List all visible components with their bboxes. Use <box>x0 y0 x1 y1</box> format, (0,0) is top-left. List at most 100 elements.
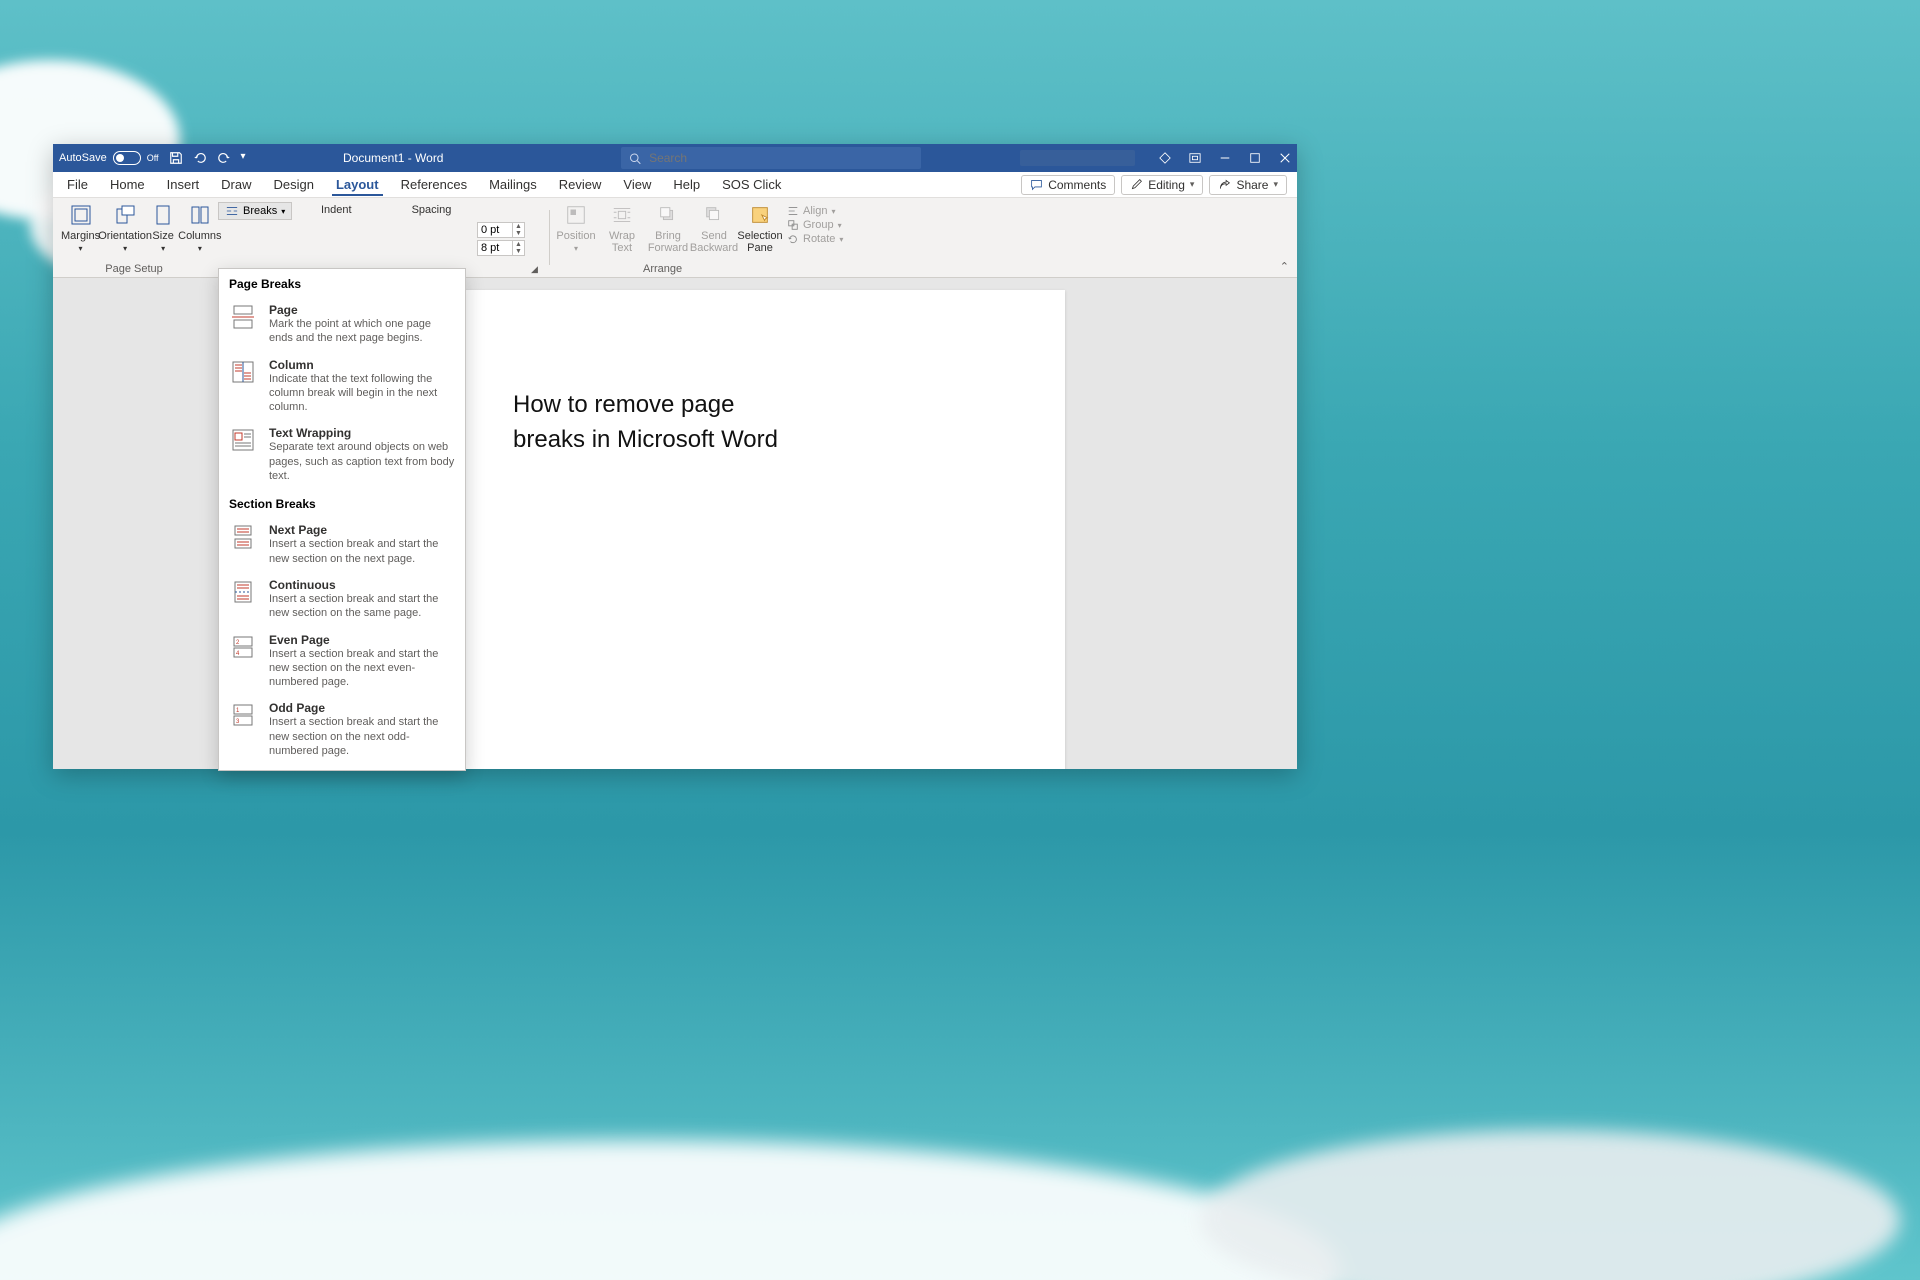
tab-view[interactable]: View <box>619 174 655 196</box>
send-backward-button: Send Backward <box>691 202 737 254</box>
group-icon <box>787 219 799 231</box>
tab-help[interactable]: Help <box>669 174 704 196</box>
document-text-line: How to remove page <box>513 391 734 418</box>
group-label: Page Setup <box>61 263 207 275</box>
wrap-icon <box>609 202 635 228</box>
bring-forward-button: Bring Forward <box>645 202 691 254</box>
size-button[interactable]: Size▾ <box>150 202 176 253</box>
align-button: Align ▾ <box>783 204 847 218</box>
margins-button[interactable]: Margins▾ <box>61 202 100 253</box>
search-box[interactable] <box>621 147 921 169</box>
breaks-dropdown: Page Breaks PageMark the point at which … <box>218 268 466 771</box>
tab-references[interactable]: References <box>397 174 471 196</box>
dropdown-section-header: Page Breaks <box>219 269 465 297</box>
arrange-group: Position▾ Wrap Text Bring Forward Send B… <box>553 202 847 254</box>
ribbon-tabs: File Home Insert Draw Design Layout Refe… <box>53 172 1297 198</box>
break-odd-page-item[interactable]: 13 Odd PageInsert a section break and st… <box>219 695 465 764</box>
comments-button[interactable]: Comments <box>1021 175 1115 195</box>
column-break-icon <box>229 358 257 386</box>
svg-text:4: 4 <box>236 651 240 657</box>
spacing-before-spinner[interactable]: ▲▼ <box>477 222 525 238</box>
document-title: Document1 - Word <box>343 151 443 165</box>
undo-icon[interactable] <box>193 151 207 165</box>
align-icon <box>787 205 799 217</box>
selection-pane-icon <box>747 202 773 228</box>
share-button[interactable]: Share ▾ <box>1209 175 1287 195</box>
tab-design[interactable]: Design <box>270 174 318 196</box>
page-break-icon <box>229 303 257 331</box>
bring-forward-icon <box>655 202 681 228</box>
group-label: Arrange <box>643 263 682 275</box>
account-area[interactable] <box>1020 150 1135 166</box>
share-icon <box>1218 178 1231 191</box>
selection-pane-button[interactable]: Selection Pane <box>737 202 783 254</box>
dropdown-section-header: Section Breaks <box>219 489 465 517</box>
break-next-page-item[interactable]: Next PageInsert a section break and star… <box>219 517 465 572</box>
group-button: Group ▾ <box>783 218 847 232</box>
spinner-arrows-icon[interactable]: ▲▼ <box>512 241 524 255</box>
tab-draw[interactable]: Draw <box>217 174 255 196</box>
tab-sos-click[interactable]: SOS Click <box>718 174 785 196</box>
background-cloud <box>1200 1130 1900 1280</box>
page-setup-group: Margins▾ Orientation▾ Size▾ Columns▾ Pag… <box>53 198 215 277</box>
tab-layout[interactable]: Layout <box>332 174 383 196</box>
position-button: Position▾ <box>553 202 599 254</box>
tab-mailings[interactable]: Mailings <box>485 174 541 196</box>
window-controls <box>1020 150 1291 166</box>
diamond-icon[interactable] <box>1159 152 1171 164</box>
chevron-down-icon: ▾ <box>1190 179 1195 190</box>
tab-review[interactable]: Review <box>555 174 606 196</box>
break-even-page-item[interactable]: 24 Even PageInsert a section break and s… <box>219 627 465 696</box>
ribbon: Margins▾ Orientation▾ Size▾ Columns▾ Pag… <box>53 198 1297 278</box>
tab-insert[interactable]: Insert <box>163 174 204 196</box>
autosave-toggle[interactable]: AutoSave Off <box>59 151 159 165</box>
collapse-ribbon-icon[interactable]: ⌃ <box>1280 260 1289 273</box>
search-icon <box>629 152 641 165</box>
break-text-wrapping-item[interactable]: Text WrappingSeparate text around object… <box>219 420 465 489</box>
toggle-switch-icon <box>113 151 141 165</box>
continuous-icon <box>229 578 257 606</box>
spinner-arrows-icon[interactable]: ▲▼ <box>512 223 524 237</box>
background-cloud <box>0 1140 1340 1280</box>
spacing-after-input[interactable] <box>478 241 512 255</box>
spacing-before-input[interactable] <box>478 223 512 237</box>
save-icon[interactable] <box>169 151 183 165</box>
paragraph-labels: Indent Spacing <box>321 204 451 216</box>
spacing-spinners: ▲▼ ▲▼ <box>477 222 525 256</box>
close-icon[interactable] <box>1279 152 1291 164</box>
document-content[interactable]: How to remove page breaks in Microsoft W… <box>513 388 833 458</box>
tab-file[interactable]: File <box>63 174 92 196</box>
odd-page-icon: 13 <box>229 701 257 729</box>
rotate-icon <box>787 233 799 245</box>
position-icon <box>563 202 589 228</box>
word-app-window: AutoSave Off ▾ Document1 - Word File Hom… <box>53 144 1297 769</box>
comment-icon <box>1030 178 1043 191</box>
break-column-item[interactable]: ColumnIndicate that the text following t… <box>219 352 465 421</box>
size-icon <box>150 202 176 228</box>
svg-text:1: 1 <box>236 708 240 714</box>
maximize-icon[interactable] <box>1249 152 1261 164</box>
chevron-down-icon: ▾ <box>281 207 285 216</box>
qat-customize-icon[interactable]: ▾ <box>241 151 255 165</box>
document-text-line: breaks in Microsoft Word <box>513 426 778 453</box>
break-page-item[interactable]: PageMark the point at which one page end… <box>219 297 465 352</box>
orientation-button[interactable]: Orientation▾ <box>102 202 148 253</box>
svg-text:2: 2 <box>236 640 240 646</box>
breaks-button[interactable]: Breaks ▾ <box>218 202 292 220</box>
svg-text:3: 3 <box>236 719 240 725</box>
spacing-after-spinner[interactable]: ▲▼ <box>477 240 525 256</box>
autosave-state: Off <box>147 153 159 163</box>
rotate-button: Rotate ▾ <box>783 232 847 246</box>
search-input[interactable] <box>649 151 913 165</box>
editing-mode-button[interactable]: Editing ▾ <box>1121 175 1203 195</box>
redo-icon[interactable] <box>217 151 231 165</box>
separator <box>549 210 550 265</box>
send-backward-icon <box>701 202 727 228</box>
tab-home[interactable]: Home <box>106 174 149 196</box>
dialog-launcher-icon[interactable]: ◢ <box>531 264 538 275</box>
next-page-icon <box>229 523 257 551</box>
minimize-icon[interactable] <box>1219 152 1231 164</box>
columns-button[interactable]: Columns▾ <box>178 202 221 253</box>
ribbon-display-icon[interactable] <box>1189 152 1201 164</box>
break-continuous-item[interactable]: ContinuousInsert a section break and sta… <box>219 572 465 627</box>
